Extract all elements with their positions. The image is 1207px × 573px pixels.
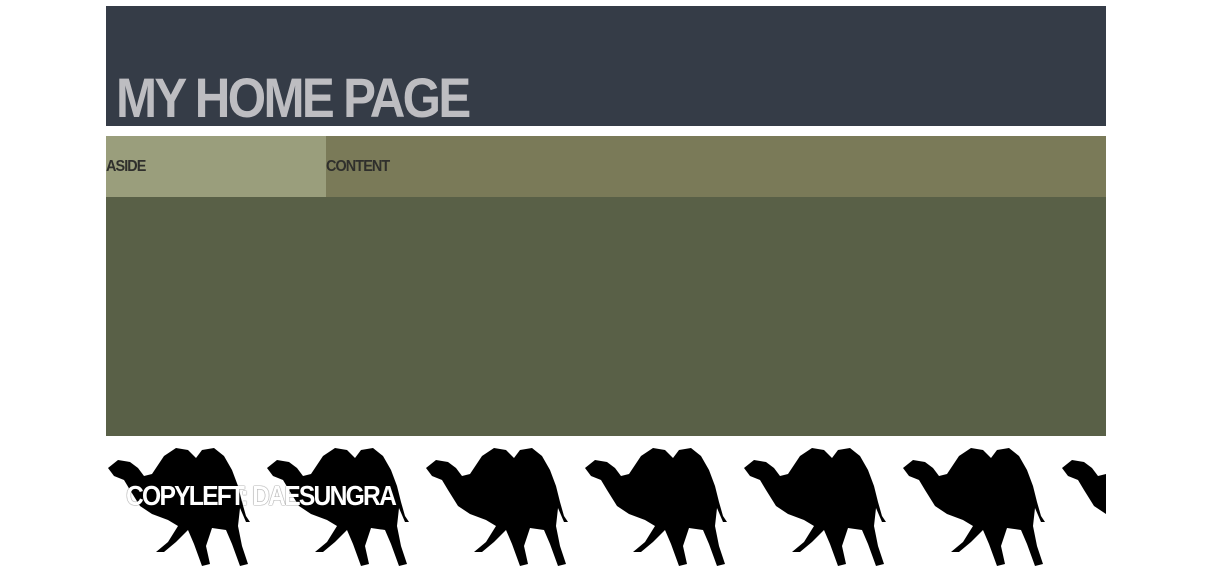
page-title: MY HOME PAGE — [116, 66, 471, 129]
page-footer: COPYLEFT: DAESUNGRA — [106, 442, 1106, 567]
aside-panel: ASIDE — [106, 136, 326, 197]
camel-icon — [903, 448, 1045, 566]
main-section: ASIDE CONTENT — [106, 136, 1106, 436]
content-panel: CONTENT — [326, 136, 1106, 197]
camel-icon — [744, 448, 886, 566]
content-label: CONTENT — [326, 158, 390, 175]
page-wrapper: MY HOME PAGE ASIDE CONTENT COPYLEFT: DAE… — [106, 6, 1106, 567]
camel-icon — [1062, 460, 1106, 514]
page-header: MY HOME PAGE — [106, 6, 1106, 126]
camel-icon — [585, 448, 727, 566]
camel-icon — [426, 448, 568, 566]
copyright-text: COPYLEFT: DAESUNGRA — [126, 480, 397, 511]
aside-label: ASIDE — [106, 158, 146, 175]
